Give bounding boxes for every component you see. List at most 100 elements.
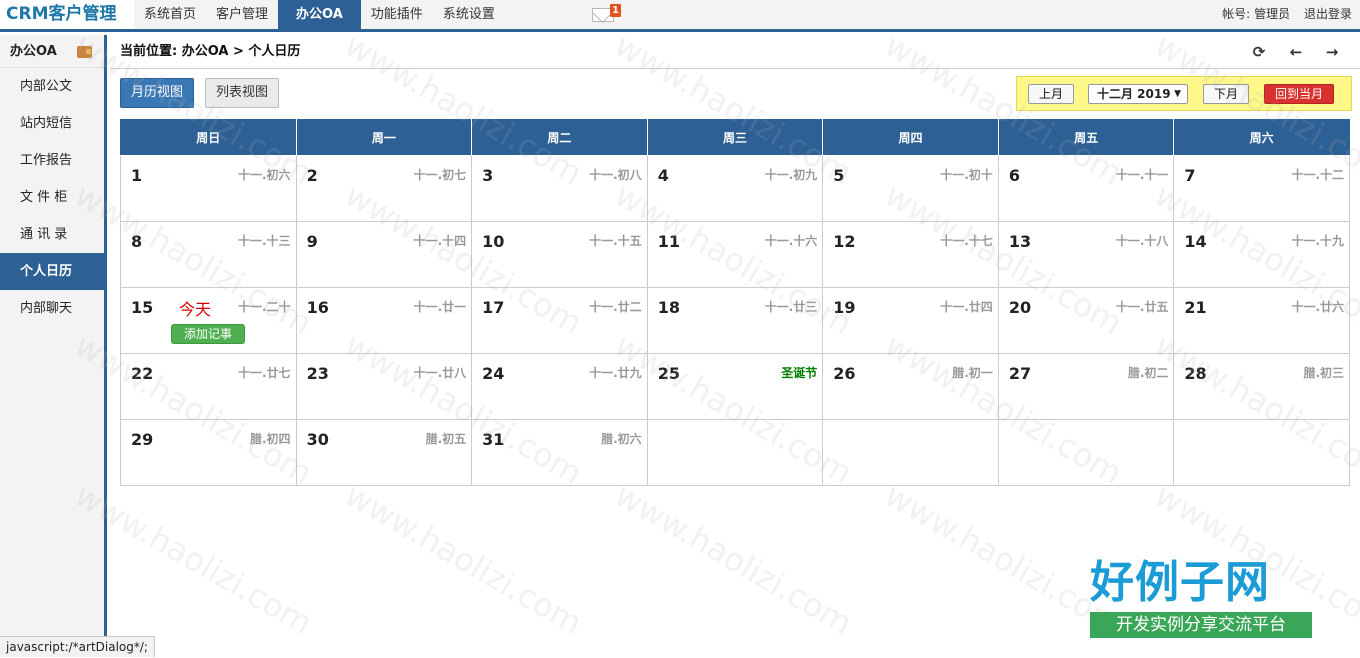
- nav-item-0[interactable]: 系统首页: [134, 0, 206, 29]
- calendar-day-cell[interactable]: 22 十一.廿七: [120, 353, 297, 420]
- calendar-day-cell[interactable]: 21 十一.廿六: [1173, 287, 1350, 354]
- wallet-icon: [77, 46, 92, 58]
- calendar-day-cell[interactable]: 9 十一.十四: [295, 221, 473, 288]
- calendar-week-row: 29 腊.初四 30 腊.初五 31 腊.初六: [120, 419, 1350, 486]
- calendar-empty-cell: [1173, 419, 1350, 486]
- calendar-day-cell[interactable]: 14 十一.十九: [1173, 221, 1350, 288]
- day-number: 6: [1008, 166, 1020, 185]
- lunar-date: 腊.初五: [425, 432, 467, 446]
- nav-item-1[interactable]: 客户管理: [206, 0, 278, 29]
- calendar-day-cell[interactable]: 30 腊.初五: [295, 419, 473, 486]
- calendar-day-cell[interactable]: 13 十一.十八: [997, 221, 1175, 288]
- lunar-date: 十一.十七: [940, 234, 993, 248]
- list-view-button[interactable]: 列表视图: [205, 78, 280, 108]
- day-number: 30: [306, 430, 329, 449]
- calendar-day-cell[interactable]: 18 十一.廿三: [646, 287, 824, 354]
- calendar-day-cell[interactable]: 1 十一.初六: [120, 155, 297, 222]
- calendar-day-cell[interactable]: 29 腊.初四: [120, 419, 297, 486]
- sidebar-item-0[interactable]: 内部公文: [0, 68, 104, 105]
- main-nav: 系统首页 客户管理 办公OA 功能插件 系统设置: [134, 0, 505, 29]
- lunar-date: 十一.廿一: [413, 300, 467, 314]
- nav-item-4[interactable]: 系统设置: [433, 0, 505, 29]
- calendar-day-cell[interactable]: 7 十一.十二: [1173, 155, 1350, 222]
- calendar-day-cell[interactable]: 31 腊.初六: [471, 419, 648, 486]
- calendar-day-cell[interactable]: 10 十一.十五: [471, 221, 648, 288]
- calendar-day-cell[interactable]: 20 十一.廿五: [997, 287, 1175, 354]
- calendar-day-cell[interactable]: 27 腊.初二: [997, 353, 1175, 420]
- calendar-day-cell[interactable]: 8 十一.十三: [120, 221, 297, 288]
- day-number: 4: [657, 166, 669, 185]
- watermark-text: www.haolizi.com: [1148, 475, 1360, 643]
- lunar-date: 十一.十四: [413, 234, 467, 248]
- dropdown-arrow-icon: ▼: [1174, 89, 1181, 99]
- next-month-button[interactable]: 下月: [1203, 84, 1250, 104]
- sidebar-item-1[interactable]: 站内短信: [0, 105, 104, 142]
- day-number: 11: [657, 232, 680, 251]
- forward-arrow-icon[interactable]: →: [1324, 44, 1340, 60]
- lunar-date: 十一.初八: [589, 168, 642, 182]
- day-number: 22: [131, 364, 154, 383]
- nav-item-3[interactable]: 功能插件: [361, 0, 433, 29]
- add-event-button[interactable]: 添加记事: [171, 324, 246, 344]
- calendar-day-cell[interactable]: 4 十一.初九: [646, 155, 824, 222]
- prev-month-button[interactable]: 上月: [1028, 84, 1075, 104]
- lunar-date: 十一.十一: [1115, 168, 1169, 182]
- calendar-day-cell[interactable]: 2 十一.初七: [295, 155, 473, 222]
- calendar-day-cell[interactable]: 26 腊.初一: [822, 353, 999, 420]
- lunar-date: 腊.初三: [1303, 366, 1344, 380]
- calendar-empty-cell: [997, 419, 1175, 486]
- lunar-date: 十一.十八: [1115, 234, 1169, 248]
- day-number: 9: [306, 232, 318, 251]
- calendar-day-cell[interactable]: 25 圣诞节: [646, 353, 824, 420]
- holiday-label: 圣诞节: [781, 366, 818, 380]
- calendar-empty-cell: [646, 419, 824, 486]
- calendar-day-cell[interactable]: 17 十一.廿二: [471, 287, 648, 354]
- calendar-day-cell[interactable]: 3 十一.初八: [471, 155, 648, 222]
- calendar-day-cell[interactable]: 24 十一.廿九: [471, 353, 648, 420]
- sidebar-title: 办公OA: [10, 44, 57, 59]
- weekday-header: 周一: [295, 119, 473, 156]
- refresh-icon[interactable]: ⟳: [1251, 44, 1267, 60]
- day-number: 1: [131, 166, 143, 185]
- calendar-day-cell[interactable]: 28 腊.初三: [1173, 353, 1350, 420]
- sidebar-item-2[interactable]: 工作报告: [0, 142, 104, 179]
- calendar-day-cell[interactable]: 16 十一.廿一: [295, 287, 473, 354]
- today-label: 今天: [179, 300, 212, 319]
- weekday-header: 周三: [646, 119, 824, 156]
- month-view-button[interactable]: 月历视图: [120, 78, 195, 108]
- calendar-day-cell[interactable]: 6 十一.十一: [997, 155, 1175, 222]
- calendar-day-cell[interactable]: 23 十一.廿八: [295, 353, 473, 420]
- sidebar-item-6[interactable]: 内部聊天: [0, 290, 104, 327]
- lunar-date: 腊.初二: [1127, 366, 1169, 380]
- weekday-header: 周六: [1173, 119, 1350, 156]
- lunar-date: 十一.廿六: [1291, 300, 1344, 314]
- watermark-text: www.haolizi.com: [338, 475, 589, 643]
- watermark-text: www.haolizi.com: [878, 475, 1129, 643]
- calendar-day-cell[interactable]: 11 十一.十六: [646, 221, 824, 288]
- lunar-date: 十一.十九: [1291, 234, 1344, 248]
- calendar-day-cell[interactable]: 19 十一.廿四: [822, 287, 999, 354]
- sidebar-header: 办公OA: [0, 35, 104, 68]
- breadcrumb-bar: 当前位置: 办公OA > 个人日历 ⟳ ← →: [110, 35, 1360, 69]
- watermark-text: www.haolizi.com: [608, 475, 859, 643]
- current-month-button[interactable]: 回到当月: [1264, 84, 1335, 104]
- calendar-day-cell[interactable]: 15 十一.二十 今天 添加记事: [120, 287, 297, 354]
- lunar-date: 十一.二十: [238, 300, 291, 314]
- sidebar-item-5[interactable]: 个人日历: [0, 253, 104, 290]
- day-number: 8: [131, 232, 143, 251]
- day-number: 5: [833, 166, 845, 185]
- nav-item-2[interactable]: 办公OA: [278, 0, 361, 29]
- weekday-header: 周五: [997, 119, 1175, 156]
- day-number: 2: [306, 166, 318, 185]
- month-select[interactable]: 十二月 2019 ▼: [1088, 84, 1188, 104]
- weekday-header: 周日: [120, 119, 297, 156]
- lunar-date: 十一.十二: [1291, 168, 1344, 182]
- calendar-day-cell[interactable]: 12 十一.十七: [822, 221, 999, 288]
- back-arrow-icon[interactable]: ←: [1288, 44, 1304, 60]
- account-area: 帐号: 管理员 退出登录: [1216, 0, 1352, 29]
- calendar-day-cell[interactable]: 5 十一.初十: [822, 155, 999, 222]
- logout-link[interactable]: 退出登录: [1304, 7, 1352, 21]
- sidebar-item-3[interactable]: 文 件 柜: [0, 179, 104, 216]
- day-number: 19: [833, 298, 856, 317]
- sidebar-item-4[interactable]: 通 讯 录: [0, 216, 104, 253]
